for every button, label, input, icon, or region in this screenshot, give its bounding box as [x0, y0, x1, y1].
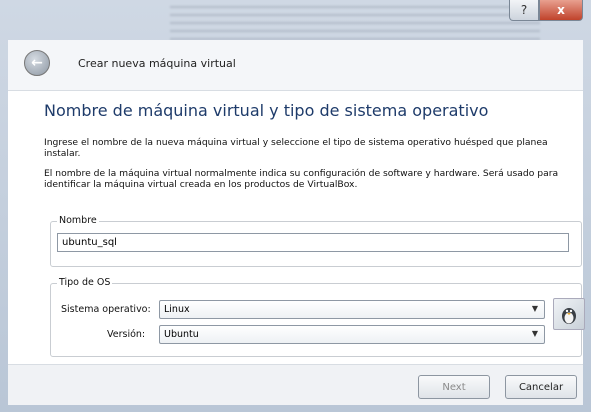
wizard-title: Crear nueva máquina virtual [78, 57, 236, 70]
back-arrow-icon[interactable]: ← [24, 50, 50, 76]
chevron-down-icon: ▼ [531, 329, 538, 338]
window-frame: ? x ← Crear nueva máquina virtual Nombre… [0, 0, 591, 412]
linux-penguin-icon [553, 298, 585, 330]
version-select[interactable]: Ubuntu ▼ [159, 325, 545, 344]
chevron-down-icon: ▼ [531, 304, 538, 313]
name-input[interactable] [57, 233, 569, 252]
window-controls: ? x [509, 0, 583, 22]
version-select-value: Ubuntu [164, 329, 199, 340]
wizard-footer: Next Cancelar [8, 364, 583, 405]
cancel-button[interactable]: Cancelar [505, 375, 577, 399]
os-select-value: Linux [164, 304, 190, 315]
name-group-label: Nombre [57, 215, 99, 226]
page-title: Nombre de máquina virtual y tipo de sist… [44, 101, 489, 120]
os-select[interactable]: Linux ▼ [159, 300, 545, 319]
help-button[interactable]: ? [509, 0, 539, 21]
os-label: Sistema operativo: [61, 304, 151, 315]
wizard-header: ← Crear nueva máquina virtual [8, 40, 583, 90]
close-button[interactable]: x [539, 0, 583, 21]
description-paragraph-1: Ingrese el nombre de la nueva máquina vi… [44, 137, 548, 159]
description-paragraph-2: El nombre de la máquina virtual normalme… [44, 168, 559, 190]
version-label: Versión: [107, 329, 146, 340]
wizard-content: Nombre de máquina virtual y tipo de sist… [8, 90, 585, 365]
os-type-group: Tipo de OS Sistema operativo: Linux ▼ Ve… [50, 277, 585, 357]
name-group: Nombre [50, 215, 582, 267]
os-type-group-label: Tipo de OS [57, 277, 113, 288]
next-button[interactable]: Next [418, 375, 490, 399]
